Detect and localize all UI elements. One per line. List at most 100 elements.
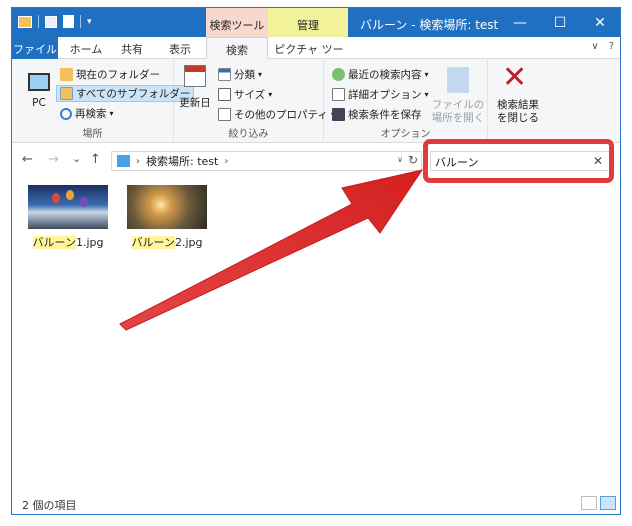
kind-label: 分類 <box>234 69 255 81</box>
ribbon-panel: PC 現在のフォルダー すべてのサブフォルダー 再検索 ▾ 場所 更新日 分類 <box>12 59 620 143</box>
file-item[interactable]: バルーン2.jpg <box>125 185 209 250</box>
image-thumbnail <box>28 185 108 229</box>
group-label-refine: 絞り込み <box>228 129 269 140</box>
ribbon-help-controls: ∨ ? <box>591 41 614 52</box>
customize-toolbar-button[interactable]: ▾ <box>87 17 92 27</box>
tab-search[interactable]: 検索 <box>206 37 268 60</box>
context-tab-search-tools: 検索ツール <box>206 8 268 37</box>
search-icon <box>60 107 72 120</box>
folder-icon <box>60 68 73 81</box>
up-button[interactable]: ↑ <box>90 152 101 167</box>
breadcrumb-chevron-icon[interactable]: › <box>136 156 140 167</box>
file-name: バルーン2.jpg <box>125 234 209 250</box>
quick-access-toolbar: ▾ <box>18 15 92 28</box>
open-location-label-line1: ファイルの <box>431 99 485 111</box>
file-item[interactable]: バルーン1.jpg <box>26 185 110 250</box>
details-view-icon[interactable] <box>581 496 597 510</box>
window-controls: — ☐ ✕ <box>500 8 620 37</box>
address-bar[interactable]: › 検索場所: test › ∨ ↻ <box>111 151 422 171</box>
refresh-button[interactable]: ↻ <box>408 153 418 167</box>
save-icon <box>332 108 345 121</box>
size-icon <box>218 88 231 101</box>
window-title: バルーン - 検索場所: test <box>360 18 499 32</box>
tab-home[interactable]: ホーム <box>64 37 108 59</box>
chevron-down-icon: ▾ <box>424 70 429 79</box>
tab-file[interactable]: ファイル <box>12 37 58 59</box>
close-search-button[interactable]: 検索結果 を閉じる <box>490 99 546 125</box>
size-label: サイズ <box>234 89 266 101</box>
group-refine: 更新日 分類 ▾ サイズ ▾ その他のプロパティ ▾ 絞り込み <box>174 59 335 143</box>
balloon-shape <box>52 193 60 203</box>
minimize-button[interactable]: — <box>500 8 540 37</box>
save-search-button[interactable]: 検索条件を保存 <box>332 107 422 122</box>
ribbon-tab-strip: ファイル ホーム 共有 表示 検索 ピクチャ ツール ∨ ? <box>12 37 620 72</box>
save-search-label: 検索条件を保存 <box>348 109 422 121</box>
open-location-label-line2: 場所を開く <box>431 112 485 124</box>
advanced-options-label: 詳細オプション <box>348 89 422 101</box>
divider <box>80 15 81 28</box>
kind-icon <box>218 68 231 81</box>
search-again-button[interactable]: 再検索 ▾ <box>60 106 114 121</box>
forward-button[interactable]: → <box>48 152 59 167</box>
group-location: PC 現在のフォルダー すべてのサブフォルダー 再検索 ▾ 場所 <box>12 59 195 143</box>
open-file-location-button[interactable]: ファイルの 場所を開く <box>428 99 488 125</box>
chevron-down-icon: ▾ <box>109 109 114 118</box>
highlight-box <box>423 139 614 183</box>
file-name-rest: 1.jpg <box>75 236 104 249</box>
pc-button[interactable]: PC <box>26 97 52 110</box>
current-folder-label: 現在のフォルダー <box>76 69 160 81</box>
explorer-window: ▾ 検索ツール 管理 バルーン - 検索場所: test — ☐ ✕ ファイル … <box>11 7 621 515</box>
open-location-icon <box>447 67 469 93</box>
file-name-rest: 2.jpg <box>174 236 203 249</box>
close-search-label-line1: 検索結果 <box>497 99 539 111</box>
close-search-icon: ✕ <box>502 60 528 95</box>
status-bar: 2 個の項目 <box>12 494 620 514</box>
current-folder-button[interactable]: 現在のフォルダー <box>60 67 160 82</box>
chevron-down-icon: ▾ <box>424 90 429 99</box>
help-button[interactable]: ? <box>609 41 614 52</box>
search-match-highlight: バルーン <box>131 236 175 249</box>
maximize-button[interactable]: ☐ <box>540 8 580 37</box>
recent-searches-label: 最近の検索内容 <box>348 69 422 81</box>
recent-searches-icon <box>332 68 345 81</box>
search-results-icon <box>117 155 130 167</box>
address-dropdown-icon[interactable]: ∨ <box>397 155 403 164</box>
other-properties-label: その他のプロパティ <box>234 109 328 121</box>
back-button[interactable]: ← <box>22 152 33 167</box>
folder-icon[interactable] <box>18 15 32 28</box>
divider <box>38 15 39 28</box>
address-path[interactable]: 検索場所: test <box>146 153 218 169</box>
advanced-options-button[interactable]: 詳細オプション ▾ <box>332 87 429 102</box>
close-button[interactable]: ✕ <box>580 8 620 37</box>
recent-locations-button[interactable]: ⌄ <box>72 152 81 165</box>
group-label-options: オプション <box>380 129 431 140</box>
new-folder-icon[interactable] <box>63 15 74 28</box>
kind-button[interactable]: 分類 ▾ <box>218 67 262 82</box>
balloon-shape <box>66 190 74 200</box>
subfolders-icon <box>60 87 73 100</box>
item-count: 2 個の項目 <box>22 499 77 512</box>
size-button[interactable]: サイズ ▾ <box>218 87 272 102</box>
tab-share[interactable]: 共有 <box>112 37 152 59</box>
properties-icon <box>218 108 231 121</box>
image-thumbnail <box>127 185 207 229</box>
date-modified-button[interactable]: 更新日 <box>178 97 212 110</box>
title-bar: ▾ 検索ツール 管理 バルーン - 検索場所: test — ☐ ✕ <box>12 8 620 37</box>
tab-picture-tools[interactable]: ピクチャ ツール <box>270 37 348 72</box>
search-match-highlight: バルーン <box>32 236 76 249</box>
chevron-down-icon: ▾ <box>268 90 273 99</box>
computer-icon <box>28 73 50 91</box>
collapse-ribbon-button[interactable]: ∨ <box>591 41 598 52</box>
properties-icon[interactable] <box>45 15 57 28</box>
file-name: バルーン1.jpg <box>26 234 110 250</box>
group-label-location: 場所 <box>82 129 103 140</box>
recent-searches-button[interactable]: 最近の検索内容 ▾ <box>332 67 429 82</box>
context-tab-manage: 管理 <box>268 8 348 37</box>
other-properties-button[interactable]: その他のプロパティ ▾ <box>218 107 335 122</box>
balloon-shape <box>80 197 88 207</box>
breadcrumb-chevron-icon[interactable]: › <box>224 156 228 167</box>
tab-view[interactable]: 表示 <box>158 37 202 59</box>
options-icon <box>332 88 345 101</box>
calendar-icon <box>184 65 206 87</box>
large-icons-view-icon[interactable] <box>600 496 616 510</box>
